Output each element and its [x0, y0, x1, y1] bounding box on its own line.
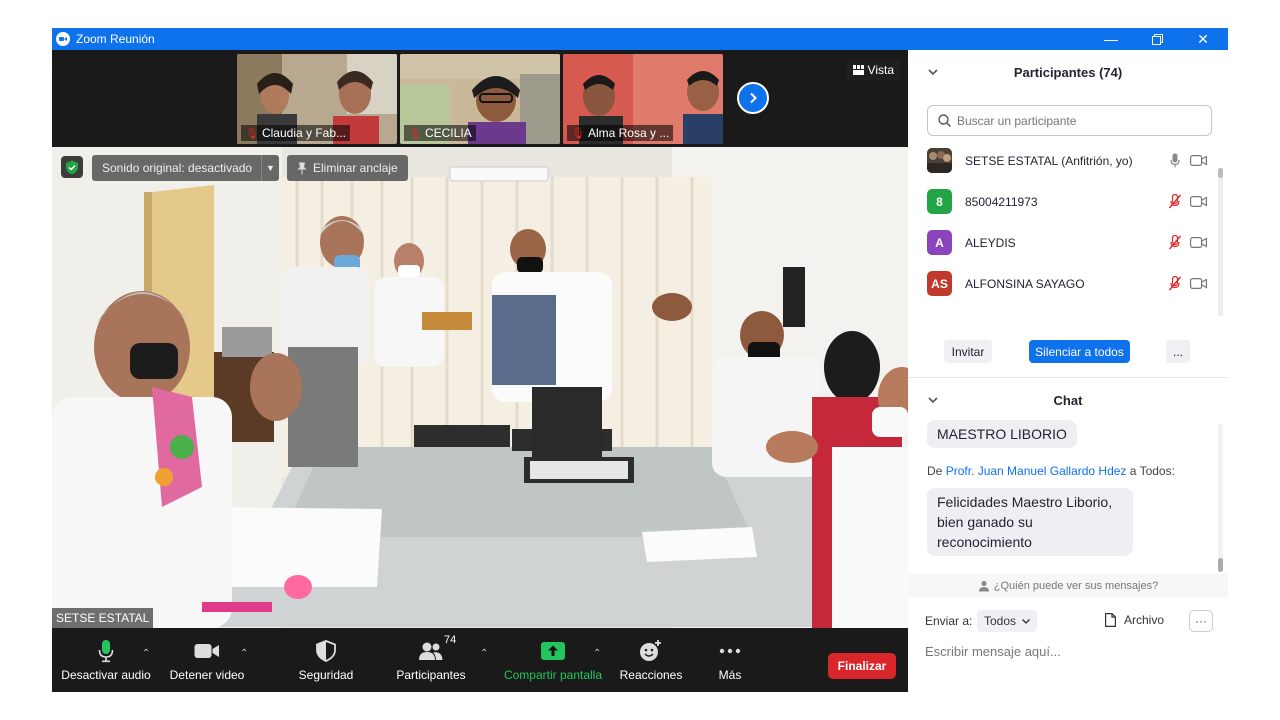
video-camera-icon[interactable]	[1188, 152, 1208, 170]
microphone-icon[interactable]	[1166, 152, 1184, 170]
mute-all-button[interactable]: Silenciar a todos	[1029, 340, 1130, 363]
participants-more-button[interactable]: ...	[1166, 340, 1190, 363]
chat-header: Chat	[908, 378, 1228, 422]
grid-view-icon	[852, 65, 864, 75]
video-camera-icon[interactable]	[1188, 275, 1208, 293]
end-meeting-button[interactable]: Finalizar	[828, 653, 896, 679]
chat-message-input[interactable]	[925, 640, 1215, 662]
chat-message: MAESTRO LIBORIO	[927, 420, 1077, 448]
avatar	[927, 148, 952, 173]
participant-search[interactable]	[927, 105, 1212, 136]
participants-options-caret[interactable]: ⌃	[480, 648, 488, 659]
chat-message: Felicidades Maestro Liborio, bien ganado…	[927, 488, 1133, 556]
video-thumbnail[interactable]: 🎙︎ Alma Rosa y ...	[563, 54, 723, 144]
mic-off-icon: 🎙︎	[245, 127, 259, 140]
chat-more-button[interactable]: ···	[1189, 610, 1213, 632]
microphone-icon	[98, 640, 114, 663]
avatar: A	[927, 230, 952, 255]
person-icon	[978, 581, 989, 592]
minimize-button[interactable]: —	[1088, 28, 1134, 50]
share-screen-icon	[541, 642, 565, 660]
mic-off-icon[interactable]	[1166, 234, 1184, 252]
chevron-down-icon	[1022, 618, 1030, 624]
participant-search-input[interactable]	[957, 113, 1197, 128]
original-sound-dropdown[interactable]: ▼	[261, 155, 279, 181]
window-title: Zoom Reunión	[76, 32, 155, 46]
mic-off-icon[interactable]	[1166, 275, 1184, 293]
video-camera-icon	[194, 644, 219, 658]
view-button[interactable]: Vista	[846, 60, 900, 80]
reactions-button[interactable]: Reacciones	[616, 628, 686, 692]
chat-scrollbar[interactable]	[1218, 424, 1223, 572]
speaker-name-label: SETSE ESTATAL	[52, 608, 154, 628]
file-icon	[1105, 613, 1116, 627]
shield-icon	[316, 640, 336, 662]
search-icon	[938, 114, 951, 127]
collapse-participants-icon[interactable]	[928, 65, 938, 79]
mic-off-icon[interactable]	[1166, 193, 1184, 211]
more-button[interactable]: Más	[702, 628, 758, 692]
mic-off-icon: 🎙︎	[571, 127, 585, 140]
send-to-label: Enviar a:	[925, 614, 973, 628]
audio-options-caret[interactable]: ⌃	[142, 648, 150, 659]
chevron-down-icon: ▼	[266, 163, 275, 173]
title-bar: Zoom Reunión — ✕	[52, 28, 1228, 50]
chat-sender-line: De Profr. Juan Manuel Gallardo Hdez a To…	[927, 464, 1175, 478]
video-camera-icon[interactable]	[1188, 193, 1208, 211]
video-thumbnail[interactable]: 🎙︎ CECILIA	[400, 54, 560, 144]
smiley-plus-icon	[640, 640, 661, 661]
pin-icon	[297, 162, 307, 174]
file-button[interactable]: Archivo	[1105, 613, 1164, 627]
chat-messages: MAESTRO LIBORIO De Profr. Juan Manuel Ga…	[908, 420, 1220, 570]
participant-row[interactable]: SETSE ESTATAL (Anfitrión, yo)	[908, 140, 1220, 181]
zoom-logo-icon	[56, 32, 70, 46]
restore-button[interactable]	[1134, 28, 1180, 50]
unpin-button[interactable]: Eliminar anclaje	[287, 155, 408, 181]
participants-list: SETSE ESTATAL (Anfitrión, yo) 8 85004211…	[908, 140, 1220, 300]
thumbnail-strip: 🎙︎ Claudia y Fab... 🎙︎ CECILIA 🎙︎ Alma R…	[52, 50, 908, 147]
video-options-caret[interactable]: ⌃	[240, 648, 248, 659]
send-to-row: Enviar a: Todos Archivo ···	[925, 608, 1215, 634]
participant-name-label: 🎙︎ Alma Rosa y ...	[567, 125, 674, 141]
chat-sender-name[interactable]: Profr. Juan Manuel Gallardo Hdez	[946, 464, 1127, 478]
restore-icon	[1151, 33, 1163, 45]
participants-header: Participantes (74)	[908, 50, 1228, 94]
participant-name-label: 🎙︎ CECILIA	[404, 125, 476, 141]
mute-button[interactable]: Desactivar audio	[60, 628, 152, 692]
participant-row[interactable]: A ALEYDIS	[908, 222, 1220, 263]
mic-off-icon: 🎙︎	[408, 127, 422, 140]
participant-row[interactable]: 8 85004211973	[908, 181, 1220, 222]
original-sound-button[interactable]: Sonido original: desactivado	[92, 155, 263, 181]
participant-name-label: 🎙︎ Claudia y Fab...	[241, 125, 351, 141]
security-button[interactable]: Seguridad	[288, 628, 364, 692]
close-button[interactable]: ✕	[1180, 28, 1226, 50]
participants-count: 74	[444, 634, 457, 646]
stop-video-button[interactable]: Detener video	[164, 628, 250, 692]
recipient-select[interactable]: Todos	[977, 610, 1038, 632]
side-panel: Participantes (74) SETSE ESTATAL (Anfitr…	[908, 50, 1228, 692]
security-shield-icon[interactable]	[61, 156, 83, 178]
next-page-button[interactable]	[737, 82, 769, 114]
invite-button[interactable]: Invitar	[944, 340, 992, 363]
video-thumbnail[interactable]: 🎙︎ Claudia y Fab...	[237, 54, 397, 144]
collapse-chat-icon[interactable]	[928, 393, 938, 407]
meeting-toolbar: Desactivar audio ⌃ Detener video ⌃ Segur…	[52, 628, 908, 692]
video-camera-icon[interactable]	[1188, 234, 1208, 252]
share-screen-button[interactable]: Compartir pantalla	[502, 628, 604, 692]
meeting-room-video	[52, 147, 908, 628]
more-dots-icon	[719, 648, 741, 654]
avatar: 8	[927, 189, 952, 214]
participants-scrollbar[interactable]	[1218, 168, 1223, 316]
main-speaker-video[interactable]: Sonido original: desactivado ▼ Eliminar …	[52, 147, 908, 628]
participants-button[interactable]: 74 Participantes	[390, 628, 472, 692]
share-options-caret[interactable]: ⌃	[593, 648, 601, 659]
video-area: 🎙︎ Claudia y Fab... 🎙︎ CECILIA 🎙︎ Alma R…	[52, 50, 908, 628]
participant-row[interactable]: AS ALFONSINA SAYAGO	[908, 263, 1220, 304]
who-can-see-link[interactable]: ¿Quién puede ver sus mensajes?	[908, 574, 1228, 598]
avatar: AS	[927, 271, 952, 296]
chevron-right-icon	[750, 92, 757, 104]
zoom-window: Zoom Reunión — ✕ 🎙︎ Claudia y Fab... 🎙︎ …	[52, 28, 1228, 692]
participants-icon	[419, 642, 443, 660]
